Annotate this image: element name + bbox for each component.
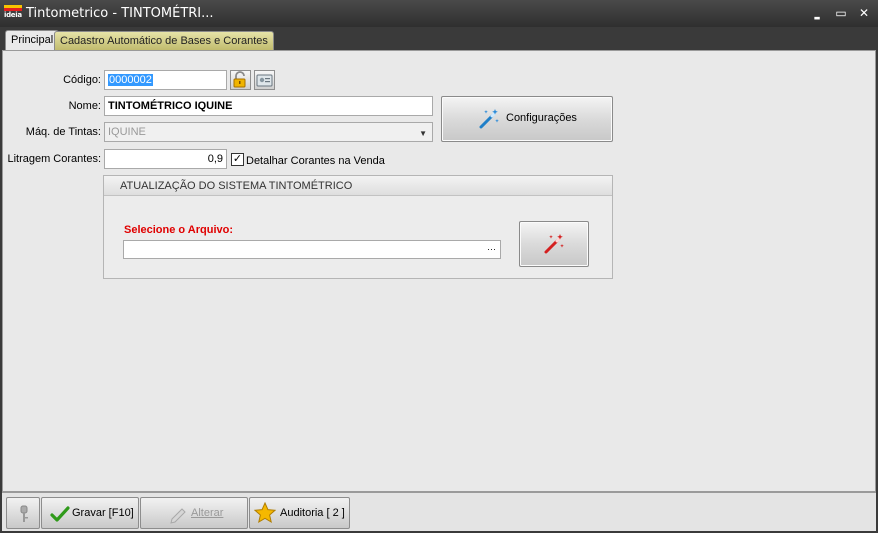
alterar-label: Alterar <box>191 507 224 519</box>
configuracoes-button[interactable]: Configurações <box>441 96 613 142</box>
title-bar[interactable]: ideia Tintometrico - TINTOMÉTRI... ▬ ▭ ✕ <box>0 0 878 27</box>
arquivo-input[interactable]: ··· <box>123 240 501 259</box>
maq-tintas-label: Máq. de Tintas: <box>25 126 101 138</box>
gravar-label: Gravar [F10] <box>72 507 134 519</box>
maq-tintas-value: IQUINE <box>108 126 146 138</box>
auditoria-label: Auditoria [ 2 ] <box>280 507 345 519</box>
nome-label: Nome: <box>68 100 101 112</box>
id-card-icon <box>256 74 273 87</box>
litragem-input[interactable]: 0,9 <box>104 149 227 169</box>
alterar-button[interactable]: Alterar <box>140 497 248 529</box>
minimize-icon: ▬ <box>813 14 821 22</box>
auditoria-button[interactable]: Auditoria [ 2 ] <box>249 497 350 529</box>
browse-ellipsis[interactable]: ··· <box>487 241 496 258</box>
tab-cadastro-automatico[interactable]: Cadastro Automático de Bases e Corantes <box>54 31 274 51</box>
atualizacao-title: ATUALIZAÇÃO DO SISTEMA TINTOMÉTRICO <box>104 176 612 196</box>
executar-atualizacao-button[interactable] <box>519 221 589 267</box>
unlock-icon <box>233 71 246 88</box>
tab-strip: Principal Cadastro Automático de Bases e… <box>2 27 876 52</box>
chevron-down-icon: ▼ <box>419 129 427 138</box>
key-icon <box>20 505 28 522</box>
detalhar-checkbox[interactable]: ✓ <box>231 153 244 166</box>
detalhar-label: Detalhar Corantes na Venda <box>246 155 385 167</box>
app-logo-text: ideia <box>4 11 22 19</box>
star-icon <box>254 502 276 524</box>
maximize-icon: ▭ <box>835 6 847 20</box>
magic-wand-icon <box>479 109 499 129</box>
gravar-button[interactable]: Gravar [F10] <box>41 497 139 529</box>
check-icon <box>50 506 70 522</box>
window: ideia Tintometrico - TINTOMÉTRI... ▬ ▭ ✕… <box>0 0 878 533</box>
codigo-input[interactable]: 0000002 <box>104 70 227 90</box>
unlock-button[interactable] <box>230 70 251 90</box>
codigo-label: Código: <box>63 74 101 86</box>
window-title: Tintometrico - TINTOMÉTRI... <box>26 6 214 21</box>
action-bar: Gravar [F10] Alterar Auditoria [ 2 ] <box>2 492 876 531</box>
check-icon: ✓ <box>232 153 243 165</box>
atualizacao-groupbox: ATUALIZAÇÃO DO SISTEMA TINTOMÉTRICO Sele… <box>103 175 613 279</box>
codigo-value: 0000002 <box>108 74 153 86</box>
app-logo-icon: ideia <box>4 5 22 21</box>
nome-input[interactable]: TINTOMÉTRICO IQUINE <box>104 96 433 116</box>
tab-principal[interactable]: Principal <box>5 30 60 52</box>
arquivo-label: Selecione o Arquivo: <box>124 224 234 236</box>
key-button[interactable] <box>6 497 40 529</box>
pencil-icon <box>170 508 186 524</box>
maq-tintas-select[interactable]: IQUINE ▼ <box>104 122 433 142</box>
close-button[interactable]: ✕ <box>853 4 875 22</box>
magic-wand-icon <box>544 234 564 254</box>
card-button[interactable] <box>254 70 275 90</box>
maximize-button[interactable]: ▭ <box>830 4 852 22</box>
main-panel: Código: 0000002 Nome: TINTOMÉTRICO IQUIN… <box>2 50 876 492</box>
configuracoes-label: Configurações <box>506 112 577 124</box>
close-icon: ✕ <box>858 6 870 20</box>
litragem-label: Litragem Corantes: <box>7 153 101 165</box>
minimize-button[interactable]: ▬ <box>806 4 828 22</box>
